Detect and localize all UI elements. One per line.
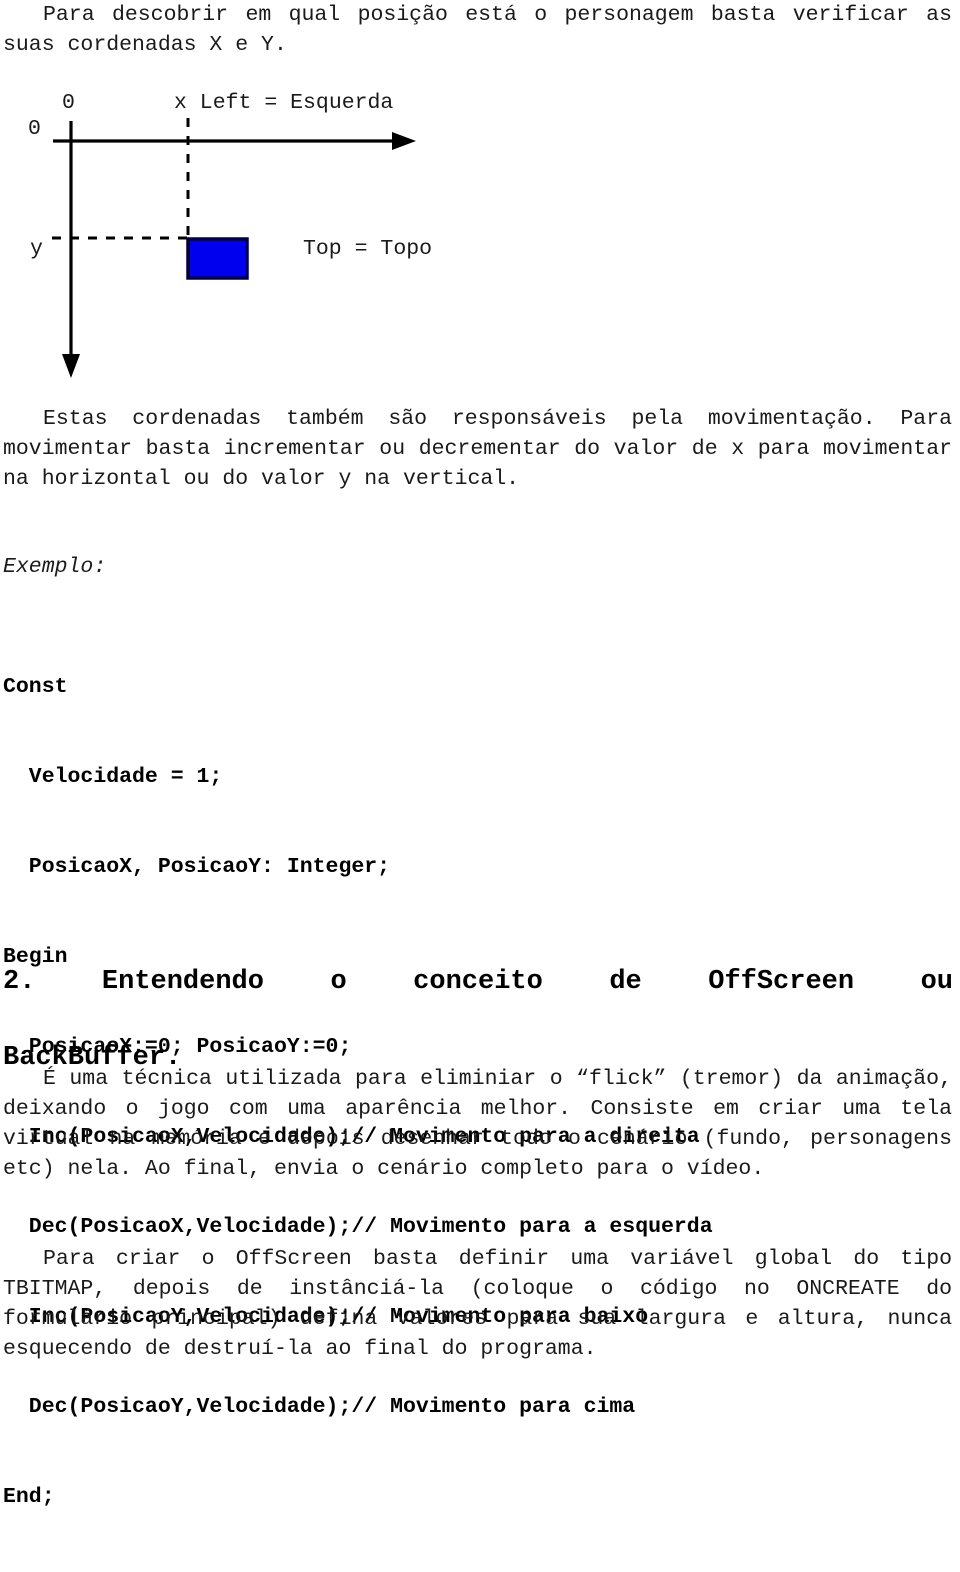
offscreen-howto-block: Para criar o OffScreen basta definir uma… [0,1244,960,1364]
code-line: End; [3,1485,55,1509]
code-line: Velocidade = 1; [3,765,223,789]
movement-paragraph-block: Estas cordenadas também são responsáveis… [0,404,960,494]
code-line: Dec(PosicaoY,Velocidade);// Movimento pa… [3,1395,636,1419]
section-heading-line1: 2. Entendendo o conceito de OffScreen ou [3,967,953,997]
intro-paragraph-block: Para descobrir em qual posição está o pe… [0,0,960,60]
diagram-label-origin-x: 0 [62,91,75,115]
section-heading: 2. Entendendo o conceito de OffScreen ou… [3,963,953,1077]
example-label: Exemplo: [3,555,107,579]
code-line: PosicaoX, PosicaoY: Integer; [3,855,391,879]
coordinate-system-diagram: 0 0 x Left = Esquerda y Top = Topo [0,72,540,392]
offscreen-description-block: É uma técnica utilizada para eliminiar o… [0,1064,960,1184]
code-line: Const [3,675,68,699]
code-line: Dec(PosicaoX,Velocidade);// Movimento pa… [3,1215,713,1239]
diagram-label-origin-y: 0 [28,117,41,141]
offscreen-description-paragraph: É uma técnica utilizada para eliminiar o… [3,1067,952,1181]
diagram-label-top: Top = Topo [303,237,432,261]
diagram-label-y: y [30,237,43,261]
diagram-label-x-left: x Left = Esquerda [174,91,393,115]
document-page: Para descobrir em qual posição está o pe… [0,0,960,1509]
offscreen-howto-paragraph: Para criar o OffScreen basta definir uma… [3,1247,952,1361]
movement-paragraph: Estas cordenadas também são responsáveis… [3,407,952,491]
intro-paragraph: Para descobrir em qual posição está o pe… [3,3,952,57]
